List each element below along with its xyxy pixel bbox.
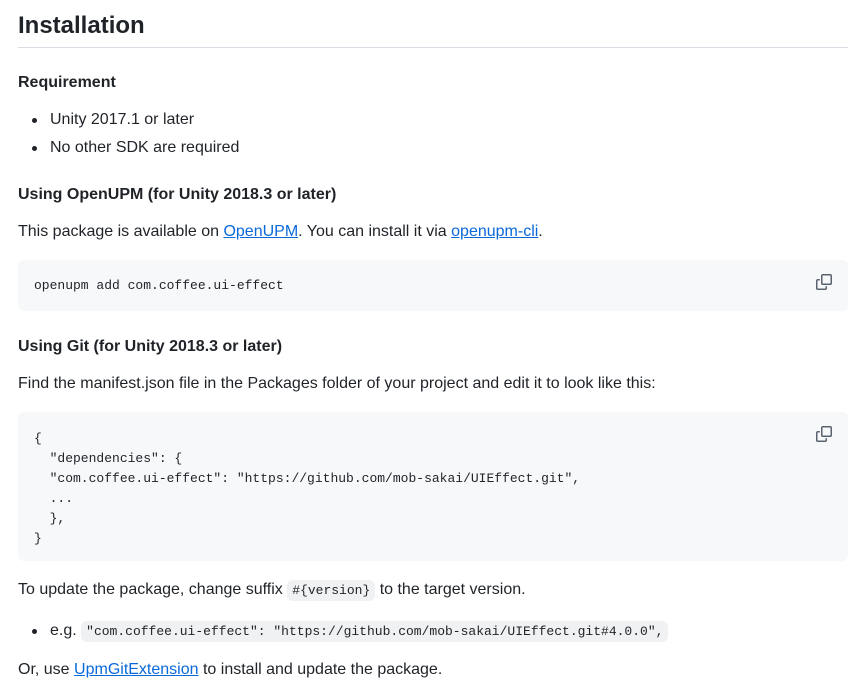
copy-icon[interactable] — [816, 274, 832, 290]
heading-divider — [18, 47, 848, 48]
openupm-cli-link[interactable]: openupm-cli — [451, 223, 538, 240]
footer-description: Or, use UpmGitExtension to install and u… — [18, 659, 442, 681]
git-code-block: { "dependencies": { "com.coffee.ui-effec… — [18, 412, 848, 561]
requirement-list: Unity 2017.1 or later No other SDK are r… — [18, 109, 239, 165]
code-text: { "dependencies": { "com.coffee.ui-effec… — [34, 431, 581, 546]
list-item: No other SDK are required — [18, 137, 239, 165]
text: . — [538, 223, 543, 240]
inline-code-example: "com.coffee.ui-effect": "https://github.… — [81, 621, 669, 642]
openupm-description: This package is available on OpenUPM. Yo… — [18, 221, 543, 243]
openupm-link[interactable]: OpenUPM — [223, 223, 298, 240]
inline-code-suffix: #{version} — [287, 580, 376, 601]
section-heading: Installation — [18, 12, 145, 39]
text: to the target version. — [375, 581, 526, 598]
list-item: Unity 2017.1 or later — [18, 109, 239, 137]
git-title: Using Git (for Unity 2018.3 or later) — [18, 338, 283, 355]
example-prefix: e.g. — [50, 622, 82, 639]
text: Or, use — [18, 661, 75, 678]
update-description: To update the package, change suffix #{v… — [18, 579, 526, 602]
copy-icon[interactable] — [816, 426, 832, 442]
code-text: openupm add com.coffee.ui-effect — [34, 278, 284, 293]
text: This package is available on — [18, 223, 224, 240]
upmgitextension-link[interactable]: UpmGitExtension — [74, 661, 199, 678]
list-item: e.g. "com.coffee.ui-effect": "https://gi… — [18, 620, 669, 648]
openupm-code-block: openupm add com.coffee.ui-effect — [18, 260, 848, 311]
text: to install and update the package. — [198, 661, 443, 678]
requirement-title: Requirement — [18, 74, 116, 91]
example-list: e.g. "com.coffee.ui-effect": "https://gi… — [18, 620, 669, 648]
text: . You can install it via — [298, 223, 452, 240]
text: To update the package, change suffix — [18, 581, 288, 598]
git-description: Find the manifest.json file in the Packa… — [18, 375, 656, 392]
openupm-title: Using OpenUPM (for Unity 2018.3 or later… — [18, 186, 337, 203]
readme-installation: Installation Requirement Unity 2017.1 or… — [0, 0, 867, 690]
